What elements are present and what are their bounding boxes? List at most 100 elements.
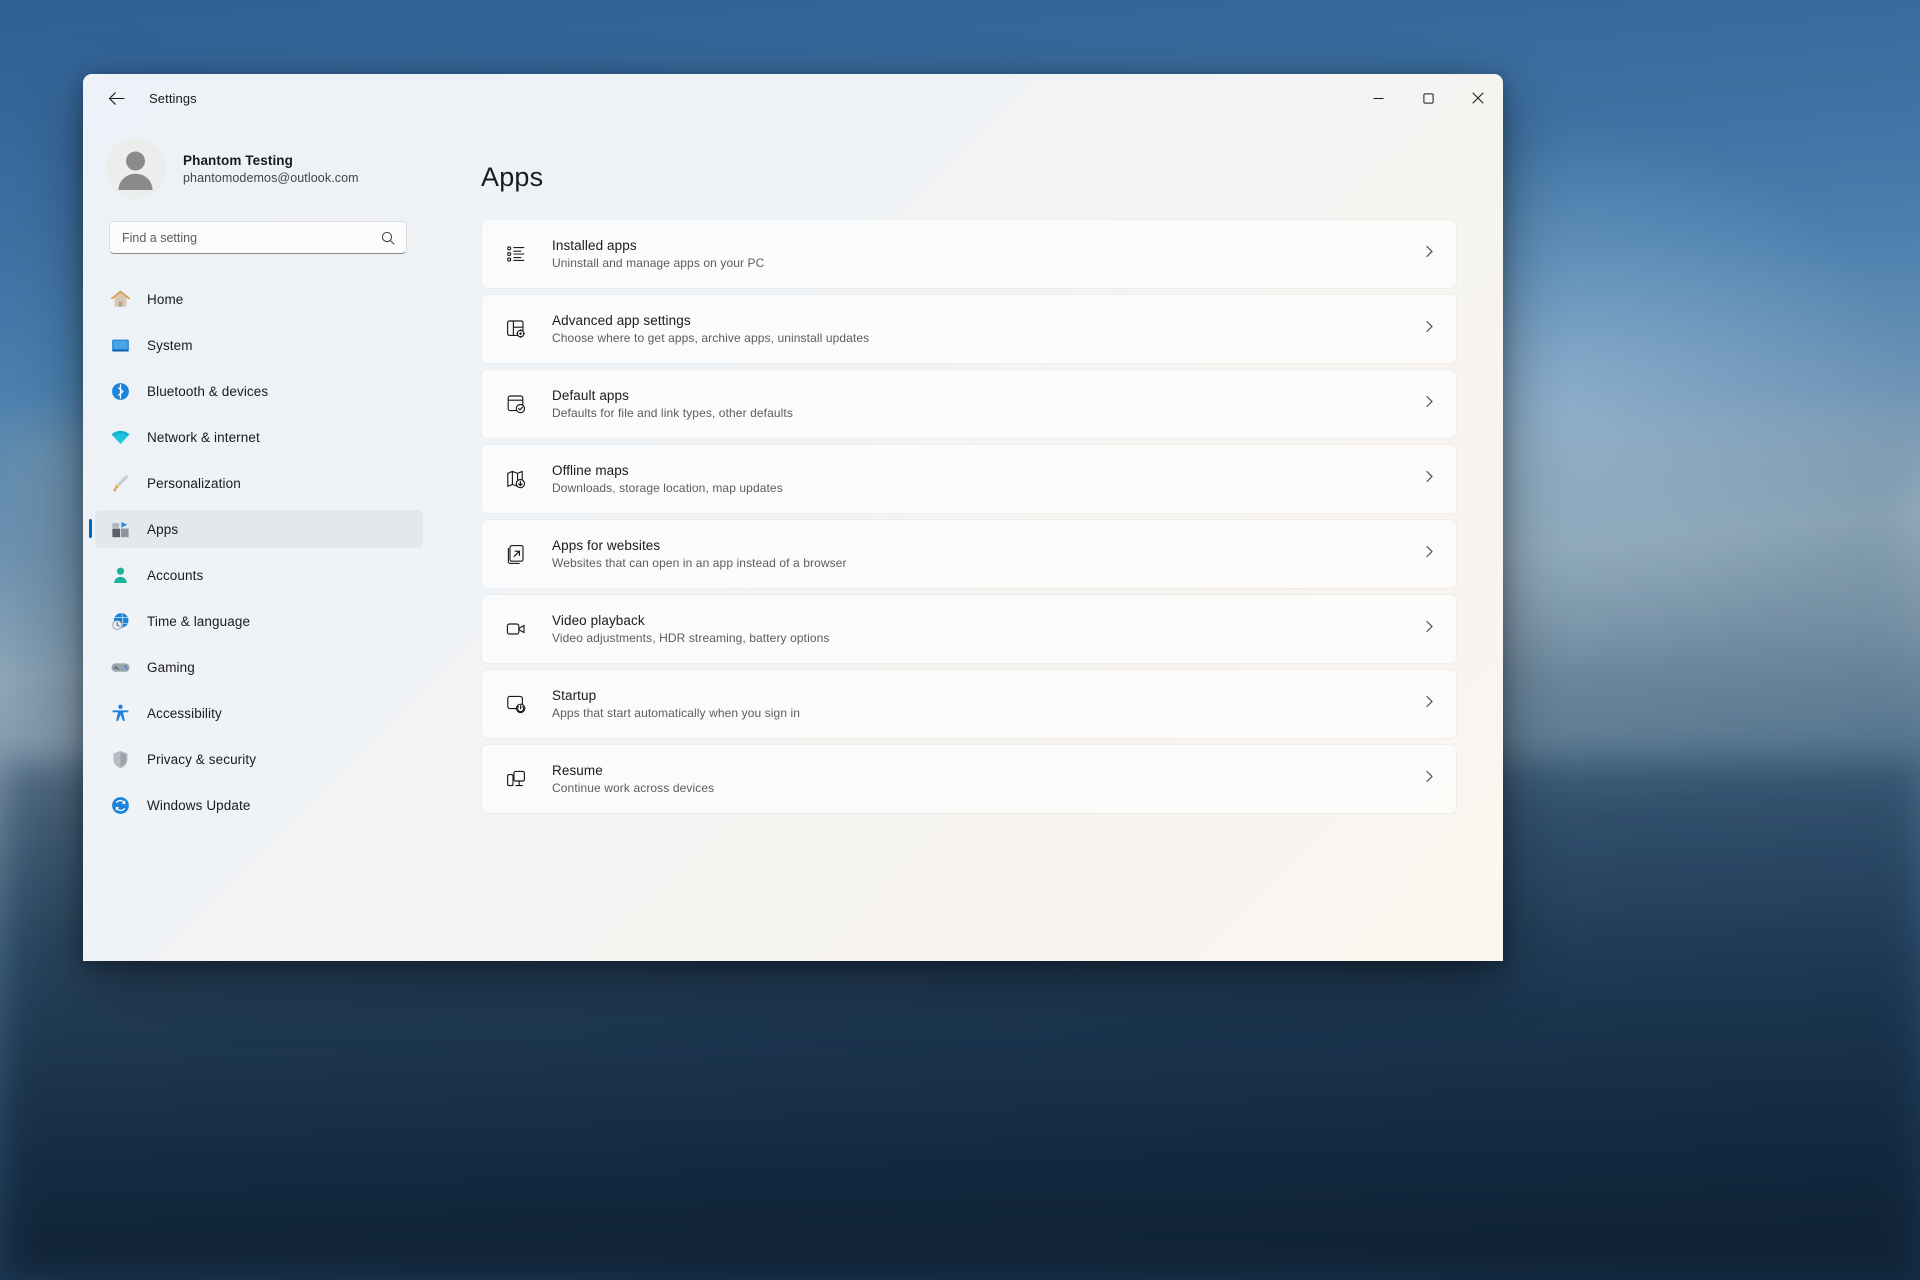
sidebar-item-windows-update[interactable]: Windows Update <box>95 786 423 824</box>
map-download-icon <box>504 467 528 491</box>
app-settings-gear-icon <box>504 317 528 341</box>
title-bar: Settings <box>83 74 1503 122</box>
system-monitor-icon <box>109 334 131 356</box>
open-external-icon <box>504 542 528 566</box>
account-email: phantomodemos@outlook.com <box>183 170 359 185</box>
update-refresh-icon <box>109 794 131 816</box>
card-apps-for-websites[interactable]: Apps for websites Websites that can open… <box>481 519 1457 589</box>
sidebar-item-network-internet[interactable]: Network & internet <box>95 418 423 456</box>
window-title: Settings <box>149 90 197 106</box>
search-wrap <box>83 221 435 254</box>
sidebar-item-label: Bluetooth & devices <box>147 383 269 399</box>
card-subtitle: Uninstall and manage apps on your PC <box>552 256 765 270</box>
card-installed-apps[interactable]: Installed apps Uninstall and manage apps… <box>481 219 1457 289</box>
close-icon <box>1472 92 1484 104</box>
sidebar-item-accessibility[interactable]: Accessibility <box>95 694 423 732</box>
sidebar-item-system[interactable]: System <box>95 326 423 364</box>
sidebar-item-label: Gaming <box>147 659 195 675</box>
card-video-playback[interactable]: Video playback Video adjustments, HDR st… <box>481 594 1457 664</box>
card-subtitle: Apps that start automatically when you s… <box>552 706 801 720</box>
back-button[interactable] <box>97 82 135 114</box>
wifi-icon <box>109 426 131 448</box>
page-title: Apps <box>481 162 544 192</box>
sidebar-item-home[interactable]: Home <box>95 280 423 318</box>
card-subtitle: Websites that can open in an app instead… <box>552 556 847 570</box>
paintbrush-icon <box>109 472 131 494</box>
sidebar-item-label: System <box>147 337 193 353</box>
card-startup[interactable]: Startup Apps that start automatically wh… <box>481 669 1457 739</box>
maximize-icon <box>1422 92 1434 104</box>
search-input[interactable] <box>110 222 406 253</box>
sidebar-nav-list: Home System Bluetooth & devices Network … <box>83 280 435 832</box>
caption-button-group <box>1353 74 1503 122</box>
card-resume[interactable]: Resume Continue work across devices <box>481 744 1457 814</box>
startup-power-icon <box>504 692 528 716</box>
settings-window: Settings Phantom Testing phantomodemos@o… <box>83 74 1503 961</box>
sidebar-item-label: Windows Update <box>147 797 251 813</box>
sidebar-item-label: Apps <box>147 521 179 537</box>
resume-devices-icon <box>504 767 528 791</box>
apps-icon <box>109 518 131 540</box>
video-camera-icon <box>504 617 528 641</box>
card-default-apps[interactable]: Default apps Defaults for file and link … <box>481 369 1457 439</box>
chevron-right-icon <box>1423 470 1436 488</box>
sidebar-item-label: Time & language <box>147 613 251 629</box>
chevron-right-icon <box>1423 695 1436 713</box>
maximize-button[interactable] <box>1403 74 1453 122</box>
card-title: Startup <box>552 688 597 703</box>
sidebar-item-bluetooth-devices[interactable]: Bluetooth & devices <box>95 372 423 410</box>
window-body: Phantom Testing phantomodemos@outlook.co… <box>83 122 1503 961</box>
sidebar-item-label: Accounts <box>147 567 204 583</box>
card-subtitle: Downloads, storage location, map updates <box>552 481 783 495</box>
account-text: Phantom Testing phantomodemos@outlook.co… <box>183 153 359 185</box>
sidebar-item-accounts[interactable]: Accounts <box>95 556 423 594</box>
sidebar-item-label: Home <box>147 291 184 307</box>
close-button[interactable] <box>1453 74 1503 122</box>
gamepad-icon <box>109 656 131 678</box>
search-box[interactable] <box>109 221 407 254</box>
card-subtitle: Continue work across devices <box>552 781 715 795</box>
sidebar: Phantom Testing phantomodemos@outlook.co… <box>83 122 435 961</box>
card-title: Default apps <box>552 388 629 403</box>
back-arrow-icon <box>108 91 125 105</box>
sidebar-item-label: Accessibility <box>147 705 222 721</box>
shield-icon <box>109 748 131 770</box>
content-area: Apps Installed apps Uninstall and manage… <box>435 122 1503 961</box>
card-text: Installed apps Uninstall and manage apps… <box>552 238 764 270</box>
bulleted-list-icon <box>504 242 528 266</box>
sidebar-item-gaming[interactable]: Gaming <box>95 648 423 686</box>
card-subtitle: Choose where to get apps, archive apps, … <box>552 331 870 345</box>
chevron-right-icon <box>1423 395 1436 413</box>
card-text: Apps for websites Websites that can open… <box>552 538 847 570</box>
sidebar-item-privacy-security[interactable]: Privacy & security <box>95 740 423 778</box>
default-app-check-icon <box>504 392 528 416</box>
sidebar-item-time-language[interactable]: Time & language <box>95 602 423 640</box>
card-advanced-app-settings[interactable]: Advanced app settings Choose where to ge… <box>481 294 1457 364</box>
chevron-right-icon <box>1423 545 1436 563</box>
sidebar-item-personalization[interactable]: Personalization <box>95 464 423 502</box>
minimize-button[interactable] <box>1353 74 1403 122</box>
sidebar-item-label: Network & internet <box>147 429 260 445</box>
minimize-icon <box>1373 97 1383 99</box>
home-icon <box>109 288 131 310</box>
card-title: Video playback <box>552 613 645 628</box>
chevron-right-icon <box>1423 245 1436 263</box>
card-text: Startup Apps that start automatically wh… <box>552 688 800 720</box>
card-subtitle: Defaults for file and link types, other … <box>552 406 793 420</box>
accessibility-icon <box>109 702 131 724</box>
bluetooth-icon <box>109 380 131 402</box>
account-name: Phantom Testing <box>183 152 294 168</box>
card-text: Video playback Video adjustments, HDR st… <box>552 613 829 645</box>
card-title: Advanced app settings <box>552 313 691 328</box>
card-text: Resume Continue work across devices <box>552 763 714 795</box>
card-title: Installed apps <box>552 238 637 253</box>
account-block[interactable]: Phantom Testing phantomodemos@outlook.co… <box>83 122 435 221</box>
avatar <box>105 138 166 199</box>
sidebar-item-label: Privacy & security <box>147 751 257 767</box>
clock-globe-icon <box>109 610 131 632</box>
card-text: Advanced app settings Choose where to ge… <box>552 313 869 345</box>
card-offline-maps[interactable]: Offline maps Downloads, storage location… <box>481 444 1457 514</box>
sidebar-item-apps[interactable]: Apps <box>89 510 423 548</box>
card-text: Offline maps Downloads, storage location… <box>552 463 783 495</box>
card-title: Offline maps <box>552 463 629 478</box>
